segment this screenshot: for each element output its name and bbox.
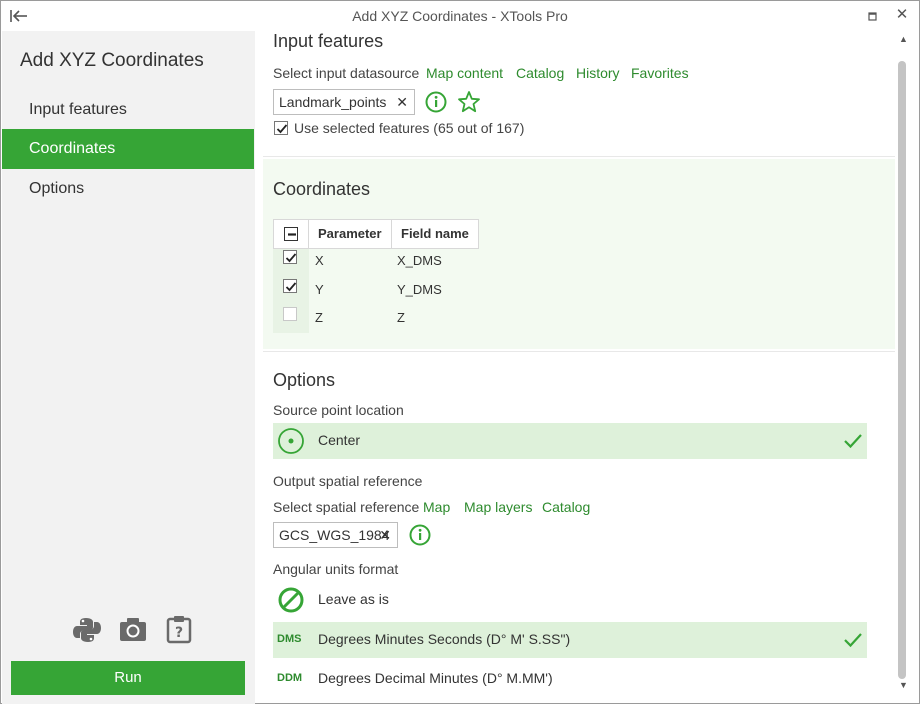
sidebar-item-options[interactable]: Options [2, 169, 254, 209]
selected-layer-name: Landmark_points [279, 94, 387, 110]
angular-option-leave-as-is[interactable]: Leave as is [273, 582, 867, 618]
sr-info-icon[interactable] [409, 524, 431, 546]
checkmark-icon [843, 630, 863, 650]
sidebar-item-coordinates[interactable]: Coordinates [2, 129, 254, 169]
link-history[interactable]: History [576, 65, 620, 81]
center-point-icon [277, 427, 305, 455]
source-point-label: Source point location [273, 402, 404, 418]
row-parameter-x: X [315, 253, 324, 268]
svg-text:?: ? [175, 625, 183, 641]
selected-sr-name: GCS_WGS_1984 [279, 527, 390, 543]
row-parameter-y: Y [315, 282, 324, 297]
angular-units-label: Angular units format [273, 561, 399, 577]
row-field-x[interactable]: X_DMS [397, 253, 442, 268]
close-icon[interactable]: ✕ [894, 7, 910, 23]
column-header-parameter[interactable]: Parameter [308, 219, 392, 249]
angular-option-label: Degrees Minutes Seconds (D° M' S.SS") [318, 631, 571, 647]
input-features-section: Input features Select input datasource M… [263, 31, 895, 157]
vertical-scrollbar[interactable]: ▲ ▼ [895, 31, 911, 697]
select-spatial-reference-label: Select spatial reference [273, 499, 420, 515]
link-map-layers[interactable]: Map layers [464, 499, 532, 515]
datasource-label: Select input datasource [273, 65, 420, 81]
remove-layer-button[interactable]: ✕ [396, 90, 408, 114]
angular-option-dms[interactable]: DMS Degrees Minutes Seconds (D° M' S.SS"… [273, 622, 867, 658]
help-icon[interactable]: ? [164, 615, 194, 645]
column-header-field-name[interactable]: Field name [391, 219, 479, 249]
row-checkbox-y[interactable] [283, 279, 297, 293]
python-icon[interactable] [72, 615, 102, 645]
app-window: Add XYZ Coordinates - XTools Pro ✕ Add X… [0, 0, 920, 704]
checkmark-icon [843, 431, 863, 451]
use-selected-label: Use selected features (65 out of 167) [294, 120, 525, 136]
link-map[interactable]: Map [423, 499, 450, 515]
scroll-up-icon[interactable]: ▲ [899, 34, 908, 44]
link-map-content[interactable]: Map content [426, 65, 503, 81]
title-bar: Add XYZ Coordinates - XTools Pro ✕ [1, 1, 919, 31]
link-sr-catalog[interactable]: Catalog [542, 499, 590, 515]
sidebar-heading: Add XYZ Coordinates [20, 50, 204, 71]
scrollbar-thumb[interactable] [898, 61, 906, 679]
row-checkbox-z[interactable] [283, 307, 297, 321]
angular-option-ddm[interactable]: DDM Degrees Decimal Minutes (D° M.MM') [273, 661, 867, 697]
select-all-header [273, 219, 309, 249]
tool-bar: ? [72, 615, 202, 647]
ddm-icon: DDM [277, 672, 303, 684]
dms-icon: DMS [277, 633, 302, 645]
angular-option-label: Degrees Decimal Minutes (D° M.MM') [318, 670, 553, 686]
options-section: Options Source point location Center Out… [263, 351, 895, 703]
main-panel: Input features Select input datasource M… [255, 31, 895, 703]
row-checkbox-x[interactable] [283, 250, 297, 264]
coordinates-section: Coordinates Parameter Field name X X_DMS… [263, 159, 895, 349]
sidebar-item-input-features[interactable]: Input features [2, 90, 254, 130]
link-favorites[interactable]: Favorites [631, 65, 689, 81]
scroll-down-icon[interactable]: ▼ [899, 680, 908, 690]
link-catalog[interactable]: Catalog [516, 65, 564, 81]
select-all-checkbox[interactable] [284, 227, 298, 241]
window-title: Add XYZ Coordinates - XTools Pro [352, 8, 568, 24]
row-field-z[interactable]: Z [397, 310, 405, 325]
camera-icon[interactable] [118, 615, 148, 645]
no-change-icon [277, 586, 305, 614]
star-icon[interactable] [457, 90, 481, 114]
source-point-option-center[interactable]: Center [273, 423, 867, 459]
selected-sr-tag: GCS_WGS_1984 ✕ [273, 522, 398, 548]
info-icon[interactable] [425, 91, 447, 113]
selected-layer-tag: Landmark_points ✕ [273, 89, 415, 115]
source-point-value: Center [318, 432, 361, 448]
section-title-options: Options [273, 370, 336, 390]
spatial-reference-label: Output spatial reference [273, 473, 423, 489]
section-title-input-features: Input features [273, 31, 384, 51]
run-button[interactable]: Run [11, 661, 245, 695]
row-field-y[interactable]: Y_DMS [397, 282, 442, 297]
sidebar: Add XYZ Coordinates Input features Coord… [2, 31, 255, 704]
section-title-coordinates: Coordinates [273, 179, 371, 199]
row-parameter-z: Z [315, 310, 323, 325]
restore-icon[interactable] [867, 9, 879, 21]
remove-sr-button[interactable]: ✕ [379, 523, 391, 547]
use-selected-checkbox[interactable] [274, 121, 288, 135]
angular-option-label: Leave as is [318, 591, 389, 607]
